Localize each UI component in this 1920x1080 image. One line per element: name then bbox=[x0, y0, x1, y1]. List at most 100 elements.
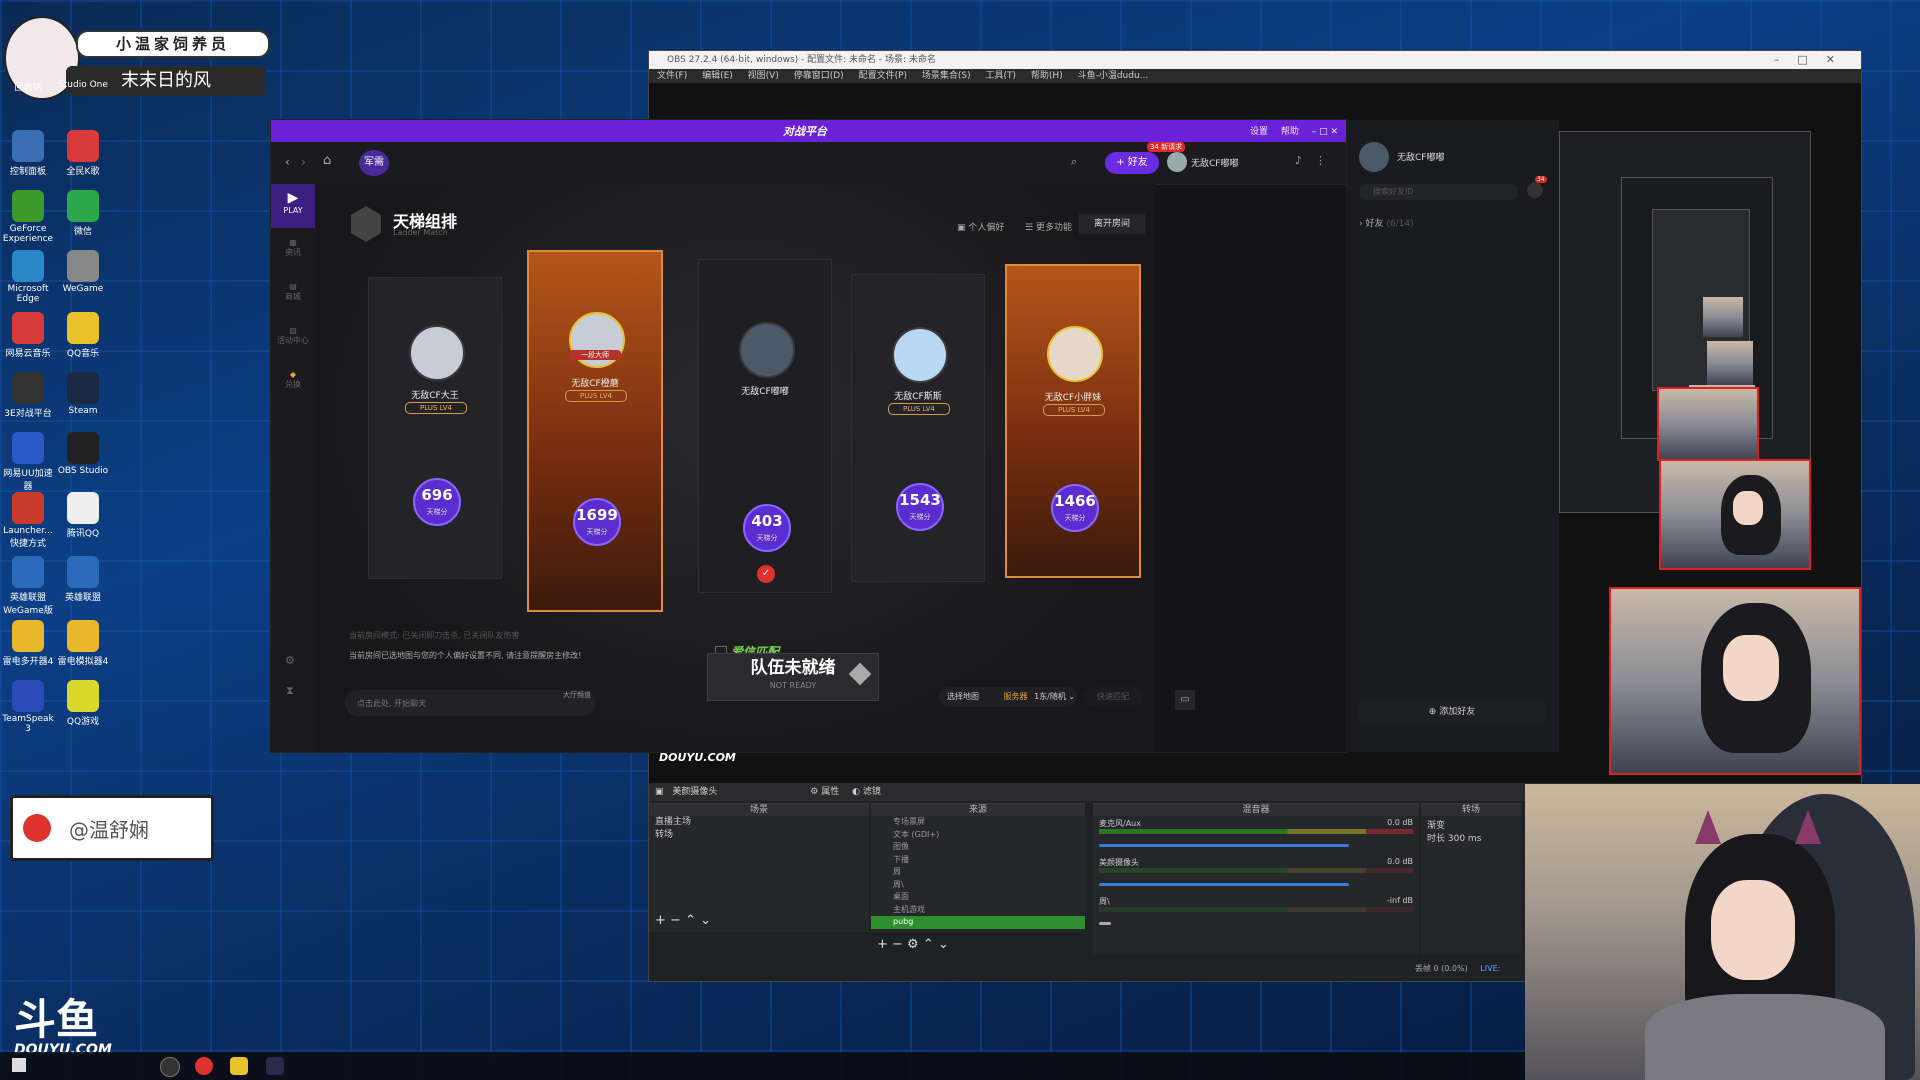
source-item[interactable]: 图像 bbox=[871, 841, 1085, 854]
username[interactable]: 无敌CF嘟嘟 bbox=[1191, 156, 1238, 169]
sidebar-item-shop[interactable]: ▤ 商城 bbox=[271, 272, 315, 316]
friends-group[interactable]: › 好友 (6/14) bbox=[1359, 216, 1414, 229]
add-contact-icon[interactable] bbox=[1527, 182, 1543, 198]
desktop-icon[interactable]: 腾讯QQ bbox=[57, 492, 109, 539]
volume-slider[interactable] bbox=[1099, 844, 1349, 847]
desktop-icon[interactable]: 网易云音乐 bbox=[2, 312, 54, 359]
desktop-icon[interactable]: Launcher...快捷方式 bbox=[2, 492, 54, 549]
menu-item[interactable]: 斗鱼-小温dudu... bbox=[1078, 71, 1149, 81]
window-controls[interactable]: – □ ✕ bbox=[1312, 127, 1338, 137]
properties-button[interactable]: ⚙ 属性 bbox=[810, 787, 839, 797]
desktop-icon[interactable]: Studio One bbox=[57, 80, 109, 90]
taskbar-app-icon[interactable] bbox=[160, 1057, 180, 1077]
source-controls[interactable]: + − ⚙ ⌃ ⌄ bbox=[877, 937, 949, 952]
gear-icon[interactable]: ⚙ bbox=[285, 654, 295, 667]
player-card[interactable]: 无敌CF大王 PLUS LV4 696 天梯分 bbox=[368, 277, 502, 579]
player-card[interactable]: 无敌CF小胖妹 PLUS LV4 1466 天梯分 bbox=[1005, 264, 1141, 578]
menu-item[interactable]: 帮助(H) bbox=[1031, 71, 1063, 81]
menu-item[interactable]: 工具(T) bbox=[986, 71, 1017, 81]
taskbar-app-icon[interactable] bbox=[266, 1057, 284, 1075]
transitions-header: 转场 bbox=[1421, 804, 1521, 816]
home-icon[interactable]: ⌂ bbox=[323, 153, 331, 168]
friend-search-input[interactable]: 搜索好友ID bbox=[1359, 184, 1519, 200]
start-icon[interactable] bbox=[12, 1058, 26, 1072]
desktop-icon[interactable]: QQ游戏 bbox=[57, 680, 109, 727]
player-card[interactable]: 无敌CF斯斯 PLUS LV4 1543 天梯分 bbox=[851, 274, 985, 582]
quick-match-button[interactable]: 快速匹配 bbox=[1083, 687, 1143, 707]
chat-icon[interactable]: ▭ bbox=[1175, 690, 1195, 710]
volume-slider[interactable] bbox=[1099, 922, 1111, 925]
source-item[interactable]: 专场票屏 bbox=[871, 816, 1085, 829]
sidebar-item-play[interactable]: ▶ PLAY bbox=[271, 184, 315, 228]
settings-link[interactable]: 设置 bbox=[1250, 127, 1268, 137]
menu-item[interactable]: 视图(V) bbox=[748, 71, 779, 81]
forward-icon[interactable]: › bbox=[301, 155, 306, 169]
sidebar-item-news[interactable]: ▦ 资讯 bbox=[271, 228, 315, 272]
help-link[interactable]: 帮助 bbox=[1281, 127, 1299, 137]
desktop-icon[interactable]: QQ音乐 bbox=[57, 312, 109, 359]
transition-select[interactable]: 渐变 bbox=[1421, 820, 1521, 833]
bell-icon[interactable]: ♪ bbox=[1295, 154, 1302, 167]
desktop-icon[interactable]: TeamSpeak 3 bbox=[2, 680, 54, 734]
sidebar-item-events[interactable]: ▧ 活动中心 bbox=[271, 316, 315, 360]
window-controls[interactable]: –□✕ bbox=[1774, 51, 1853, 69]
desktop-icon[interactable]: 雷电模拟器4 bbox=[57, 620, 109, 667]
chat-channel-tab[interactable]: 大厅频道 bbox=[563, 690, 591, 700]
desktop-icon[interactable]: 英雄联盟WeGame版 bbox=[2, 556, 54, 616]
menu-item[interactable]: 文件(F) bbox=[657, 71, 687, 81]
weibo-banner: @温舒娴 bbox=[10, 795, 214, 861]
transition-duration[interactable]: 时长 300 ms bbox=[1421, 833, 1521, 846]
player-card[interactable]: 无敌CF嘟嘟 403 天梯分 ✓ bbox=[698, 259, 832, 593]
source-item[interactable]: 主机游戏 bbox=[871, 904, 1085, 917]
webcam-thumbnail bbox=[1609, 587, 1861, 775]
desktop-icon[interactable]: Microsoft Edge bbox=[2, 250, 54, 304]
map-server-select[interactable]: 选择地图 服务器 1东/随机 ⌄ bbox=[939, 687, 1077, 707]
search-icon[interactable]: ⌕ bbox=[1071, 155, 1077, 169]
friends-button[interactable]: + 好友 bbox=[1105, 152, 1159, 174]
collapse-icon[interactable]: ⧗ bbox=[286, 684, 294, 698]
source-item[interactable]: 周\ bbox=[871, 879, 1085, 892]
desktop-icon[interactable]: 全民K歌 bbox=[57, 130, 109, 177]
more-icon[interactable]: ⋮ bbox=[1315, 154, 1326, 167]
add-friend-button[interactable]: ⊕ 添加好友 bbox=[1359, 700, 1545, 724]
desktop-icon[interactable]: 微信 bbox=[57, 190, 109, 237]
desktop-icon[interactable]: GeForce Experience bbox=[2, 190, 54, 244]
scene-item[interactable]: 直播主场 bbox=[649, 816, 869, 829]
filters-button[interactable]: ◐ 滤镜 bbox=[852, 787, 881, 797]
desktop-icon[interactable]: OBS Studio bbox=[57, 432, 109, 476]
source-item[interactable]: pubg bbox=[871, 916, 1085, 929]
preference-warning: 当前房间已选地图与您的个人偏好设置不同, 请注意提醒房主修改! bbox=[349, 651, 582, 660]
tab-supply[interactable]: 军需 bbox=[359, 150, 389, 176]
menu-item[interactable]: 配置文件(P) bbox=[859, 71, 907, 81]
desktop-icon[interactable]: 网易UU加速器 bbox=[2, 432, 54, 492]
taskbar-app-icon[interactable] bbox=[230, 1057, 248, 1075]
menu-item[interactable]: 编辑(E) bbox=[702, 71, 733, 81]
menu-item[interactable]: 场景集合(S) bbox=[922, 71, 971, 81]
ready-button[interactable]: 队伍未就绪 NOT READY bbox=[707, 653, 879, 701]
desktop-icon[interactable]: WeGame bbox=[57, 250, 109, 294]
volume-slider[interactable] bbox=[1099, 883, 1349, 886]
scene-controls[interactable]: + − ⌃ ⌄ bbox=[655, 913, 711, 928]
desktop-icon[interactable]: 英雄联盟 bbox=[57, 556, 109, 603]
scene-item[interactable]: 转场 bbox=[649, 829, 869, 842]
desktop-icon[interactable]: 雷电多开器4 bbox=[2, 620, 54, 667]
desktop-icon[interactable]: 控制面板 bbox=[2, 130, 54, 177]
source-item[interactable]: 文本 (GDI+) bbox=[871, 829, 1085, 842]
preferences-button[interactable]: ▣ 个人偏好 bbox=[957, 220, 1004, 233]
news-icon: ▦ bbox=[289, 238, 297, 247]
leave-room-button[interactable]: 离开房间 bbox=[1079, 214, 1145, 234]
avatar[interactable] bbox=[1167, 152, 1187, 172]
more-functions-button[interactable]: ☰ 更多功能 bbox=[1025, 220, 1072, 233]
menu-item[interactable]: 停靠窗口(D) bbox=[794, 71, 844, 81]
back-icon[interactable]: ‹ bbox=[285, 155, 290, 169]
source-item[interactable]: 周 bbox=[871, 866, 1085, 879]
source-item[interactable]: 桌面 bbox=[871, 891, 1085, 904]
player-card[interactable]: 一段大师 无敌CF橙蘑 PLUS LV4 1699 天梯分 bbox=[527, 250, 663, 612]
source-item[interactable]: 下播 bbox=[871, 854, 1085, 867]
chat-input[interactable]: 点击此处, 开始聊天 大厅频道 bbox=[345, 690, 595, 716]
sidebar-item-exchange[interactable]: ◆ 兑换 bbox=[271, 360, 315, 404]
desktop-icon[interactable]: Steam bbox=[57, 372, 109, 416]
taskbar-app-icon[interactable] bbox=[195, 1057, 213, 1075]
desktop-icon[interactable]: 3E对战平台 bbox=[2, 372, 54, 419]
desktop-icon[interactable]: 回收站 bbox=[2, 80, 54, 93]
